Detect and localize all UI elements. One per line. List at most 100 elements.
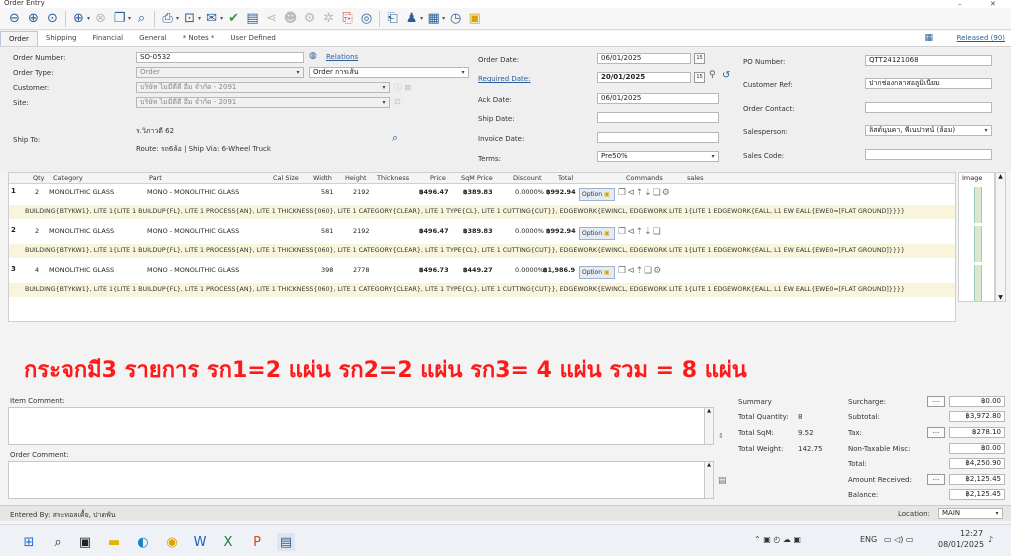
po-number-field[interactable]: QTT24121068 (865, 55, 992, 66)
col-discount[interactable]: Discount (513, 174, 542, 182)
site-select[interactable]: บริษัท ไมมีดีดี อีม จำกัด - 2091 ▾ (136, 97, 390, 108)
close-button[interactable]: ✕ (990, 0, 996, 8)
lock-icon[interactable]: ▣ (466, 10, 483, 27)
approve-icon[interactable]: ✔ (225, 10, 242, 27)
customer-select[interactable]: บริษัท ไมมีดีดี อีม จำกัด - 2091 ▾ (136, 82, 390, 93)
order-number-field[interactable]: SO-0532 (136, 52, 304, 63)
scroll-up-icon[interactable]: ▲ (996, 173, 1005, 180)
email-icon[interactable]: ✉ (203, 10, 220, 27)
required-date-label[interactable]: Required Date: (478, 75, 530, 83)
col-qty[interactable]: Qty (33, 174, 45, 182)
col-height[interactable]: Height (345, 174, 367, 182)
tab-shipping[interactable]: Shipping (38, 31, 85, 46)
grid-scrollbar[interactable]: ▲ ▼ (995, 172, 1006, 302)
calendar-button[interactable]: 15 (694, 72, 705, 83)
gear-icon[interactable]: ✲ (320, 10, 337, 27)
tax-button[interactable]: ... (927, 427, 945, 438)
share-icon[interactable]: ⋖ (263, 10, 280, 27)
customer-ref-field[interactable]: ปากช่องกลาสอลูมิเนียม (865, 78, 992, 89)
down-icon[interactable]: ⊙ (44, 10, 61, 27)
row-command-icons[interactable]: ❐⊲⇡⇣❏⚙ (618, 188, 671, 198)
grid-icon[interactable]: ▦ (425, 10, 442, 27)
order-type-select[interactable]: Order ▾ (136, 67, 304, 78)
col-sales[interactable]: sales (687, 174, 704, 182)
delete-icon[interactable]: ⊗ (92, 10, 109, 27)
tab-notes[interactable]: * Notes * (175, 31, 223, 46)
excel-icon[interactable]: X (219, 533, 237, 551)
option-button[interactable]: Option ▣ (579, 227, 615, 240)
search-icon[interactable]: ⌕ (133, 10, 150, 27)
forward-icon[interactable]: ⊕ (25, 10, 42, 27)
globe-icon[interactable]: ◍ (309, 51, 317, 61)
word-icon[interactable]: W (191, 533, 209, 551)
item-comment-scrollbar[interactable]: ▲ (704, 407, 714, 445)
attachment-icon[interactable]: ⎘ (339, 10, 356, 27)
relations-link[interactable]: Relations (326, 53, 358, 61)
col-thickness[interactable]: Thickness (377, 174, 409, 182)
notes-icon[interactable]: ▤ (718, 476, 727, 486)
ack-date-field[interactable]: 06/01/2025 (597, 93, 719, 104)
settings-icon[interactable]: ⚙ (301, 10, 318, 27)
col-sqm-price[interactable]: SqM Price (461, 174, 493, 182)
sales-code-field[interactable] (865, 149, 992, 160)
item-comment-input[interactable] (8, 407, 706, 445)
language-indicator[interactable]: ENG (860, 535, 877, 544)
glass-thumbnail[interactable] (974, 265, 982, 301)
col-part[interactable]: Part (149, 174, 162, 182)
site-info-icon[interactable]: ⊡ (394, 97, 401, 106)
info-icon[interactable]: ⓘ ⊠ (394, 82, 411, 93)
notification-icon[interactable]: ♪ (988, 535, 993, 544)
edge-icon[interactable]: ◐ (134, 533, 152, 551)
location-select[interactable]: MAIN ▾ (938, 508, 1003, 519)
app-icon[interactable]: ▤ (277, 533, 295, 551)
refresh-icon[interactable]: ↺ (722, 70, 730, 81)
surcharge-button[interactable]: ... (927, 396, 945, 407)
user-icon[interactable]: ☻ (282, 10, 299, 27)
col-width[interactable]: Width (313, 174, 332, 182)
row-command-icons[interactable]: ❐⊲⇡❏⚙ (618, 266, 662, 276)
tab-general[interactable]: General (131, 31, 175, 46)
search-icon[interactable]: ⌕ (49, 533, 67, 551)
glass-thumbnail[interactable] (974, 187, 982, 223)
table-row[interactable]: 1 2 MONOLITHIC GLASS MONO - MONOLITHIC G… (9, 185, 955, 224)
task-view-icon[interactable]: ▣ (76, 533, 94, 551)
col-total[interactable]: Total (558, 174, 573, 182)
folder-icon[interactable]: ▬ (105, 533, 123, 551)
back-icon[interactable]: ⊖ (6, 10, 23, 27)
option-button[interactable]: Option ▣ (579, 188, 615, 201)
col-commands[interactable]: Commands (626, 174, 663, 182)
col-category[interactable]: Category (53, 174, 83, 182)
tray-icons[interactable]: ⌃ ▣ ◴ ☁ ▣ (754, 535, 801, 544)
expand-icon[interactable]: ⇕ (718, 432, 724, 440)
preview-icon[interactable]: ⊡ (181, 10, 198, 27)
terms-select[interactable]: Pre50% ▾ (597, 151, 719, 162)
order-comment-scrollbar[interactable]: ▲ (704, 461, 714, 499)
order-comment-input[interactable] (8, 461, 706, 499)
salesperson-select[interactable]: ลิสต์นุนคา, พีเนปาทน์ (ล้อม) ▾ (865, 125, 992, 136)
pin-icon[interactable]: ⚲ (709, 70, 716, 80)
chat-icon[interactable]: ◎ (358, 10, 375, 27)
col-price[interactable]: Price (430, 174, 446, 182)
print-icon[interactable]: ⎙ (159, 10, 176, 27)
col-cal-size[interactable]: Cal Size (273, 174, 299, 182)
calendar-button[interactable]: 15 (694, 53, 705, 64)
tab-user-defined[interactable]: User Defined (222, 31, 283, 46)
order-type2-select[interactable]: Order การเส้น ▾ (309, 67, 469, 78)
option-button[interactable]: Option ▣ (579, 266, 615, 279)
ship-date-field[interactable] (597, 112, 719, 123)
tab-financial[interactable]: Financial (84, 31, 131, 46)
tab-order[interactable]: Order (0, 31, 38, 46)
system-icons[interactable]: ▭ ◁) ▭ (884, 535, 913, 544)
minimize-button[interactable]: – (958, 0, 962, 8)
required-date-field[interactable]: 20/01/2025 (597, 72, 691, 83)
order-contact-field[interactable] (865, 102, 992, 113)
amount-received-button[interactable]: ... (927, 474, 945, 485)
chrome-icon[interactable]: ◉ (163, 533, 181, 551)
glass-thumbnail[interactable] (974, 226, 982, 262)
start-icon[interactable]: ⊞ (20, 533, 38, 551)
search-icon[interactable]: ⌕ (392, 131, 398, 145)
add-icon[interactable]: ⊕ (70, 10, 87, 27)
clipboard-icon[interactable]: ⎗ (384, 10, 401, 27)
powerpoint-icon[interactable]: P (248, 533, 266, 551)
person-icon[interactable]: ♟ (403, 10, 420, 27)
